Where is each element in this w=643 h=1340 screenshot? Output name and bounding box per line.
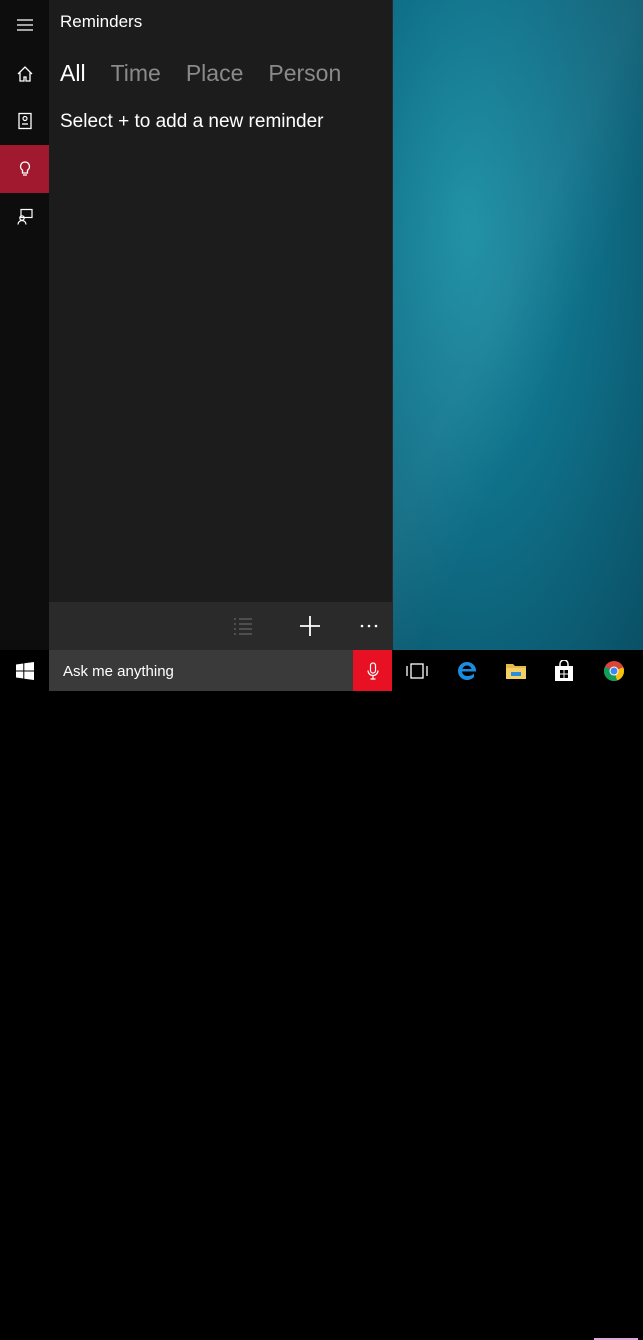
lightbulb-icon	[19, 161, 30, 176]
more-icon	[360, 624, 378, 628]
empty-state-hint: Select + to add a new reminder	[60, 111, 324, 132]
cortana-nav-rail	[0, 0, 49, 650]
reminders-command-bar	[49, 602, 392, 650]
edge-taskbar-button[interactable]	[443, 650, 491, 691]
store-icon	[555, 659, 573, 681]
task-view-icon	[406, 662, 428, 679]
tab-person[interactable]: Person	[268, 60, 341, 87]
desktop-wallpaper	[392, 0, 643, 650]
task-view-button[interactable]	[393, 650, 441, 691]
windows-logo-icon	[15, 661, 34, 680]
hamburger-menu-button[interactable]	[0, 1, 49, 49]
file-explorer-icon	[506, 663, 526, 679]
store-taskbar-button[interactable]	[540, 650, 588, 691]
add-reminder-button[interactable]	[288, 602, 332, 650]
cortana-panel: Reminders All Time Place Person Select +…	[0, 0, 393, 650]
tab-place[interactable]: Place	[186, 60, 244, 87]
search-input[interactable]	[61, 650, 345, 693]
tab-time[interactable]: Time	[111, 60, 161, 87]
cortana-search-box[interactable]	[49, 650, 353, 693]
hamburger-menu-icon	[16, 19, 33, 31]
list-view-button[interactable]	[221, 602, 265, 650]
more-options-button[interactable]	[347, 602, 391, 650]
notebook-button[interactable]	[0, 97, 49, 145]
file-explorer-taskbar-button[interactable]	[492, 650, 540, 691]
microphone-button[interactable]	[353, 650, 392, 691]
chrome-icon	[603, 660, 625, 681]
reminders-content: Reminders All Time Place Person Select +…	[49, 0, 392, 650]
reminders-button[interactable]	[0, 145, 49, 193]
list-icon	[234, 618, 252, 635]
tab-all[interactable]: All	[60, 60, 86, 87]
taskbar	[0, 650, 643, 1340]
feedback-icon	[16, 208, 33, 225]
feedback-button[interactable]	[0, 193, 49, 241]
plus-icon	[300, 616, 320, 636]
edge-icon	[458, 661, 476, 680]
notebook-icon	[17, 112, 32, 130]
home-icon	[17, 66, 32, 82]
start-button[interactable]	[0, 650, 49, 691]
home-button[interactable]	[0, 50, 49, 98]
page-title: Reminders	[60, 12, 143, 31]
reminder-tabs: All Time Place Person	[60, 60, 366, 87]
microphone-icon	[366, 661, 379, 680]
chrome-taskbar-button[interactable]	[590, 650, 638, 691]
